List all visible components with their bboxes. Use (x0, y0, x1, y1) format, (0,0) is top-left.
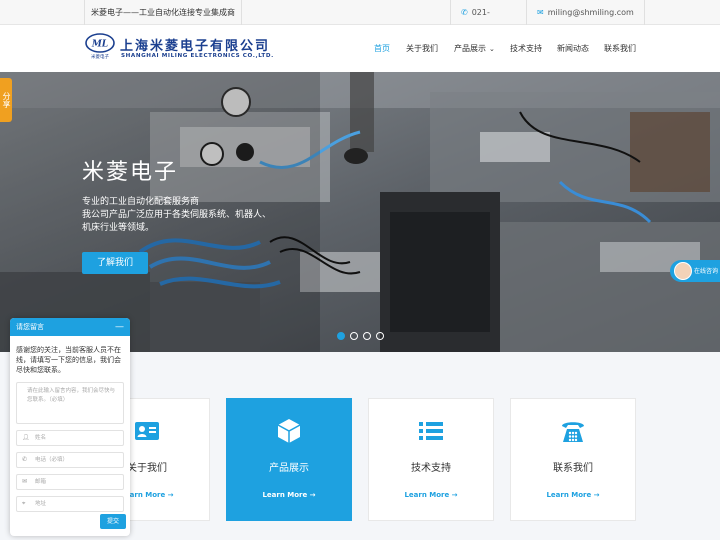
telephone-icon (562, 422, 584, 442)
top-email[interactable]: ✉ miling@shmiling.com (526, 0, 645, 25)
hero-desc-line: 机床行业等领域。 (82, 223, 155, 233)
nav-contact[interactable]: 联系我们 (604, 43, 636, 54)
learn-more-link[interactable]: Learn More → (511, 491, 635, 499)
nav-support[interactable]: 技术支持 (510, 43, 542, 54)
phone-icon: ✆ (22, 456, 28, 463)
online-consult-button[interactable]: 在线咨询 (670, 260, 720, 282)
nav-home[interactable]: 首页 (374, 43, 390, 54)
hero-desc-line: 专业的工业自动化配套服务商 (82, 197, 200, 207)
online-consult-label: 在线咨询 (694, 268, 719, 275)
slider-dot-3[interactable] (363, 332, 371, 340)
message-panel: 请您留言 — 感谢您的关注，当前客服人员不在线，请填写一下您的信息，我们会尽快和… (10, 318, 130, 536)
cube-icon (277, 419, 301, 443)
message-intro: 感谢您的关注，当前客服人员不在线，请填写一下您的信息，我们会尽快和您联系。 (16, 346, 121, 374)
mail-icon: ✉ (22, 478, 28, 485)
user-icon: 👤︎ (22, 434, 30, 441)
id-card-icon (135, 422, 159, 440)
logo-mark-text: 米菱电子 (91, 53, 109, 60)
card-products[interactable]: 产品展示 Learn More → (226, 398, 352, 521)
company-logo[interactable]: ML 米菱电子 (84, 32, 116, 60)
site-header: ML 米菱电子 上海米菱电子有限公司 SHANGHAI MILING ELECT… (0, 25, 720, 72)
email-address: miling@shmiling.com (547, 8, 634, 17)
nav-news[interactable]: 新闻动态 (557, 43, 589, 54)
slider-dots (337, 332, 384, 340)
mail-icon: ✉ (537, 8, 544, 17)
hero-title: 米菱电子 (82, 160, 179, 185)
card-title: 技术支持 (411, 463, 451, 474)
nav-about[interactable]: 关于我们 (406, 43, 438, 54)
slider-dot-2[interactable] (350, 332, 358, 340)
card-title: 产品展示 (269, 463, 309, 474)
phone-icon: ✆ (461, 8, 468, 17)
message-panel-header: 请您留言 — (10, 318, 130, 336)
learn-more-link[interactable]: Learn More → (369, 491, 493, 499)
company-name-en: SHANGHAI MILING ELECTRONICS CO.,LTD. (121, 53, 274, 59)
card-contact[interactable]: 联系我们 Learn More → (510, 398, 636, 521)
card-support[interactable]: 技术支持 Learn More → (368, 398, 494, 521)
top-phone[interactable]: ✆021-68526652 (450, 0, 526, 42)
message-panel-title: 请您留言 (16, 323, 44, 331)
slider-dot-4[interactable] (376, 332, 384, 340)
slider-dot-1[interactable] (337, 332, 345, 340)
address-field[interactable]: ⌖ 地址 (16, 496, 124, 512)
phone-field[interactable]: ✆ 电话（必填） (16, 452, 124, 468)
learn-more-link[interactable]: Learn More → (227, 491, 351, 499)
message-content-textarea[interactable]: 请在此输入留言内容，我们会尽快与您联系。（必填） (16, 382, 124, 424)
list-icon (419, 422, 443, 440)
hero-banner: 米菱电子 专业的工业自动化配套服务商 我公司产品广泛应用于各类伺服系统、机器人、… (0, 72, 720, 352)
top-bar: 米菱电子——工业自动化连接专业集成商 ✆021-68526652 ✉miling… (0, 0, 720, 42)
hero-description: 专业的工业自动化配套服务商 我公司产品广泛应用于各类伺服系统、机器人、 机床行业… (82, 196, 292, 235)
company-name-cn: 上海米菱电子有限公司 (120, 39, 271, 54)
top-slogan: 米菱电子——工业自动化连接专业集成商 (84, 0, 242, 25)
name-field[interactable]: 👤︎ 姓名 (16, 430, 124, 446)
minimize-button[interactable]: — (115, 318, 124, 336)
nav-products-label: 产品展示 (454, 44, 486, 53)
learn-about-us-button[interactable]: 了解我们 (82, 252, 148, 274)
card-title: 联系我们 (553, 463, 593, 474)
share-tab[interactable]: 分享 (0, 78, 12, 122)
submit-button[interactable]: 提交 (100, 514, 126, 529)
location-icon: ⌖ (22, 500, 26, 507)
hero-desc-line: 我公司产品广泛应用于各类伺服系统、机器人、 (82, 210, 272, 220)
agent-avatar (674, 262, 692, 280)
chevron-down-icon: ⌄ (489, 45, 495, 53)
svg-text:ML: ML (91, 40, 108, 50)
nav-products[interactable]: 产品展示 ⌄ (454, 43, 495, 54)
email-field[interactable]: ✉ 邮箱 (16, 474, 124, 490)
